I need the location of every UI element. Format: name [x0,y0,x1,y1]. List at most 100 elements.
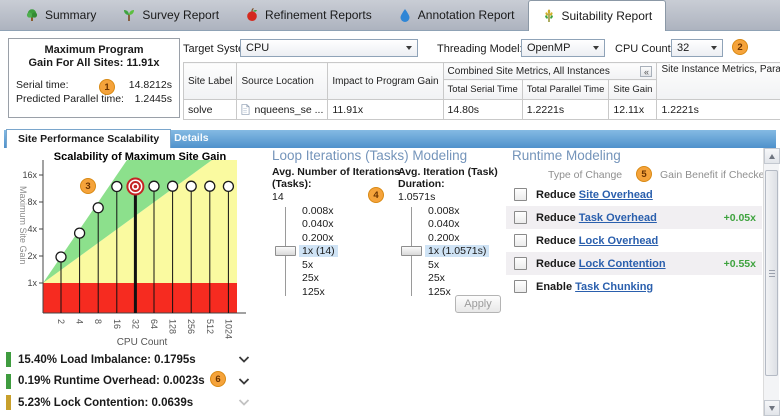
chart-point[interactable] [75,228,85,238]
arrow-up-icon [769,154,775,159]
suitability-report-window: Summary Survey Report Refinement Reports… [0,0,780,416]
tab-site-performance-scalability[interactable]: Site Performance Scalability [6,129,171,148]
slider-option[interactable]: 1x (1.0571s) [398,245,520,259]
chart-point[interactable] [223,181,233,191]
scroll-up-button[interactable] [764,148,780,164]
checkbox[interactable] [514,234,527,247]
runtime-row: Reduce Lock Contention+0.55x [506,252,762,275]
slider-handle[interactable] [275,246,296,256]
runtime-link[interactable]: Task Chunking [575,281,653,293]
slider-option[interactable]: 5x [272,258,394,272]
table-row[interactable]: solve nqueens_se ... 11.91x 14.80s 1.222… [184,100,780,120]
vertical-scrollbar[interactable] [763,148,779,416]
cell-total-serial: 14.80s [443,100,522,120]
runtime-link[interactable]: Task Overhead [579,212,657,224]
chart-point[interactable] [168,181,178,191]
slider-option-label: 125x [299,286,328,298]
sprout-icon [122,8,136,22]
loop-modeling-heading: Loop Iterations (Tasks) Modeling [272,148,467,163]
step-badge-6: 6 [210,371,226,387]
document-icon [241,104,250,115]
severity-bar [6,395,11,410]
chevron-down-icon[interactable] [238,399,250,406]
chevron-down-icon [593,46,599,50]
report-tabbar: Summary Survey Report Refinement Reports… [0,0,780,31]
runtime-options-list: Reduce Site Overhead Reduce Task Overhead… [506,183,762,298]
step-badge-5: 5 [636,166,652,182]
collapse-group-button[interactable]: « [640,66,652,77]
x-tick-label: 128 [168,319,178,334]
cpu-count-select[interactable]: 32 [671,39,723,57]
checkbox[interactable] [514,280,527,293]
slider-option[interactable]: 25x [272,272,394,286]
slider-option[interactable]: 0.200x [398,231,520,245]
step-badge-3: 3 [80,178,96,194]
cpu-count-label: CPU Count: [615,43,674,55]
chart-point[interactable] [112,182,122,192]
slider-option-label: 125x [425,286,454,298]
cell-impact: 11.91x [328,100,443,120]
chevron-down-icon[interactable] [238,356,250,363]
x-tick-label: 8 [93,319,103,324]
slider-option-label: 0.040x [425,218,463,230]
overhead-label: 0.19% Runtime Overhead: 0.0023s [18,375,231,387]
tab-refinement-reports[interactable]: Refinement Reports [232,0,385,30]
chart-point[interactable] [186,181,196,191]
x-tick-label: 512 [205,319,215,334]
apply-button[interactable]: Apply [455,295,501,313]
slider-handle[interactable] [401,246,422,256]
step-badge-1: 1 [99,79,115,95]
arrow-down-icon [769,406,775,411]
checkbox[interactable] [514,211,527,224]
slider-option[interactable]: 5x [398,258,520,272]
y-tick-label: 16x [22,170,37,180]
x-tick-label: 32 [130,319,140,329]
slider-option[interactable]: 125x [272,285,394,299]
tab-survey-report[interactable]: Survey Report [109,0,232,30]
change-prefix: Reduce [536,212,579,224]
runtime-link[interactable]: Site Overhead [579,189,653,201]
chevron-down-icon [406,46,412,50]
slider-option[interactable]: 0.040x [272,218,394,232]
x-tick-label: 16 [112,319,122,329]
slider-option[interactable]: 25x [398,272,520,286]
cell-source-location: nqueens_se ... [237,100,328,120]
y-tick-label: 1x [27,278,37,288]
chart-point[interactable] [56,252,66,262]
chart-point[interactable] [93,203,103,213]
x-tick-label: 1024 [223,319,233,339]
slider-option-label: 0.040x [299,218,337,230]
duration-value: 1.0571s [398,191,435,203]
checkbox[interactable] [514,188,527,201]
tab-suitability-report[interactable]: Suitability Report [528,0,667,31]
overhead-row: 5.23% Lock Contention: 0.0639s [6,392,258,414]
tab-annotation-report[interactable]: Annotation Report [385,0,528,30]
scrollbar-thumb[interactable] [765,170,778,376]
x-tick-label: 2 [56,319,66,324]
slider-option[interactable]: 0.200x [272,231,394,245]
chevron-down-icon[interactable] [238,378,250,385]
slider-option-label: 5x [425,259,442,271]
tab-summary[interactable]: Summary [12,0,109,30]
gain-benefit-value: +0.55x [724,258,756,270]
severity-bar [6,352,11,367]
drop-icon [398,8,412,22]
slider-option[interactable]: 0.008x [398,204,520,218]
slider-option[interactable]: 1x (14) [272,245,394,259]
slider-option-label: 25x [425,272,448,284]
duration-slider: 0.008x0.040x 0.200x1x (1.0571s)5x25x 125x [398,204,520,299]
runtime-link[interactable]: Lock Contention [579,258,666,270]
target-system-select[interactable]: CPU [240,39,418,57]
runtime-row: Reduce Task Overhead +0.05x [506,206,762,229]
slider-option-label: 0.200x [425,232,463,244]
slider-option[interactable]: 0.040x [398,218,520,232]
slider-option[interactable]: 0.008x [272,204,394,218]
gain-benefit-value: +0.05x [724,212,756,224]
severity-bar [6,374,11,389]
checkbox[interactable] [514,257,527,270]
chart-point[interactable] [205,181,215,191]
scroll-down-button[interactable] [764,400,780,416]
threading-model-select[interactable]: OpenMP [521,39,605,57]
runtime-link[interactable]: Lock Overhead [579,235,658,247]
chart-point[interactable] [149,181,159,191]
